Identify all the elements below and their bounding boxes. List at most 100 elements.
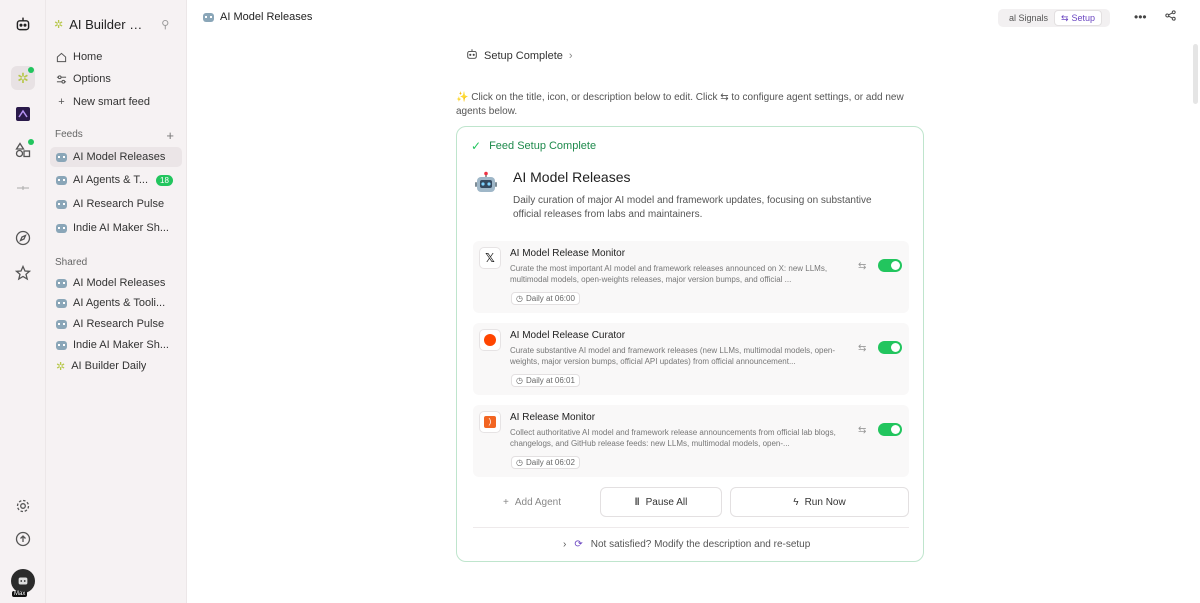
shared-feed-ai-agents[interactable]: AI Agents & Tooli... <box>50 293 182 313</box>
sidebar-item-label: AI Agents & T... <box>73 174 149 186</box>
agent-enabled-toggle[interactable] <box>878 341 902 354</box>
agent-schedule[interactable]: ◷ Daily at 06:01 <box>511 374 580 387</box>
setup-status: ✓ Feed Setup Complete <box>471 139 596 153</box>
sidebar-item-home[interactable]: Home <box>50 47 182 67</box>
refresh-icon: ⟳ <box>574 539 583 550</box>
agent-card[interactable]: 𝕏 AI Model Release Monitor Curate the mo… <box>473 241 909 313</box>
robot-icon <box>56 175 67 185</box>
divider <box>473 527 909 528</box>
pause-icon: ‖ <box>634 496 640 508</box>
home-icon <box>56 52 67 63</box>
sliders-icon: ⇆ <box>1061 12 1069 23</box>
agent-schedule[interactable]: ◷ Daily at 06:00 <box>511 292 580 305</box>
sidebar-feed-ai-agents[interactable]: AI Agents & T... 18 <box>50 170 182 190</box>
user-avatar[interactable]: Max <box>11 569 35 597</box>
segment-setup-label: Setup <box>1071 13 1096 23</box>
page-title: AI Model Releases <box>203 11 312 23</box>
robot-icon <box>203 12 214 22</box>
agent-description: Curate substantive AI model and framewor… <box>510 346 836 366</box>
share-icon[interactable] <box>1165 10 1176 24</box>
feed-title[interactable]: AI Model Releases <box>513 169 631 185</box>
sidebar-feed-ai-research-pulse[interactable]: AI Research Pulse <box>50 194 182 214</box>
clock-icon: ◷ <box>516 458 523 467</box>
robot-icon <box>56 278 67 288</box>
scrollbar[interactable] <box>1193 44 1198 104</box>
settings-gear-icon[interactable] <box>11 494 35 518</box>
feeds-section-header: Feeds <box>55 129 83 140</box>
agent-name[interactable]: AI Model Release Curator <box>510 330 625 341</box>
chevron-right-icon: › <box>563 539 567 550</box>
star-icon[interactable] <box>11 261 35 285</box>
workspace-ai-builder-icon[interactable]: ✲ <box>11 66 35 90</box>
agent-schedule[interactable]: ◷ Daily at 06:02 <box>511 456 580 469</box>
robot-icon <box>56 340 67 350</box>
sliders-icon <box>56 74 67 85</box>
pause-all-button[interactable]: ‖ Pause All <box>600 487 722 517</box>
compass-icon[interactable] <box>11 226 35 250</box>
workspace-name: AI Builder Da... <box>69 16 152 32</box>
robot-icon <box>56 319 67 329</box>
robot-icon <box>56 298 67 308</box>
feed-robot-emoji-icon[interactable] <box>473 171 499 197</box>
spark-icon: ✲ <box>56 360 66 373</box>
shapes-icon[interactable] <box>11 138 35 162</box>
chevron-right-icon: › <box>568 49 573 62</box>
agent-schedule-text: Daily at 06:01 <box>525 376 575 385</box>
rss-icon: ) <box>479 411 501 433</box>
sidebar-item-label: New smart feed <box>73 96 151 108</box>
agent-settings-sliders-icon[interactable]: ⇆ <box>858 425 866 436</box>
agent-name[interactable]: AI Release Monitor <box>510 412 595 423</box>
agent-description: Collect authoritative AI model and frame… <box>510 428 836 448</box>
setup-status-text: Feed Setup Complete <box>489 140 597 152</box>
reddit-logo-icon <box>479 329 501 351</box>
workspace-purple-icon[interactable] <box>11 102 35 126</box>
divider-line-icon <box>11 176 35 200</box>
icon-rail: ✲ Max <box>0 0 46 603</box>
agent-description: Curate the most important AI model and f… <box>510 264 828 284</box>
unread-count-badge: 18 <box>156 174 173 186</box>
agent-enabled-toggle[interactable] <box>878 259 902 272</box>
shared-feed-indie-ai-maker[interactable]: Indie AI Maker Sh... <box>50 335 182 355</box>
sidebar-item-label: AI Research Pulse <box>73 318 165 330</box>
sidebar-feed-indie-ai-maker[interactable]: Indie AI Maker Sh... <box>50 218 182 238</box>
sidebar: ✲ AI Builder Da... ⚲ Home Options + New … <box>46 0 187 603</box>
lightning-icon: ϟ <box>793 496 799 508</box>
agent-settings-sliders-icon[interactable]: ⇆ <box>858 261 866 272</box>
upload-circle-icon[interactable] <box>11 527 35 551</box>
feed-description[interactable]: Daily curation of major AI model and fra… <box>513 194 893 222</box>
agent-card[interactable]: ) AI Release Monitor Collect authoritati… <box>473 405 909 477</box>
robot-icon <box>56 199 67 209</box>
shared-feed-ai-builder-daily[interactable]: ✲ AI Builder Daily <box>50 356 182 376</box>
sidebar-item-label: AI Agents & Tooli... <box>73 297 166 309</box>
app-logo-robot-icon[interactable] <box>11 12 35 36</box>
sidebar-item-label: AI Model Releases <box>73 277 166 289</box>
more-horizontal-icon[interactable]: ••• <box>1134 10 1147 24</box>
add-agent-label: Add Agent <box>514 496 561 508</box>
shared-feed-ai-model-releases[interactable]: AI Model Releases <box>50 273 182 293</box>
agent-schedule-text: Daily at 06:02 <box>525 458 575 467</box>
page-title-text: AI Model Releases <box>220 11 313 23</box>
agent-settings-sliders-icon[interactable]: ⇆ <box>858 343 866 354</box>
add-agent-button[interactable]: + Add Agent <box>473 487 591 517</box>
robot-icon <box>56 223 67 233</box>
workspace-header[interactable]: ✲ AI Builder Da... ⚲ <box>54 14 182 34</box>
agent-schedule-text: Daily at 06:00 <box>525 294 575 303</box>
add-feed-plus-icon[interactable]: + <box>166 128 174 143</box>
agent-card[interactable]: AI Model Release Curator Curate substant… <box>473 323 909 395</box>
sidebar-item-options[interactable]: Options <box>50 69 182 89</box>
run-now-label: Run Now <box>804 496 846 508</box>
pin-icon[interactable]: ⚲ <box>161 18 169 31</box>
resetup-link[interactable]: › ⟳ Not satisfied? Modify the descriptio… <box>563 539 810 550</box>
shared-feed-ai-research-pulse[interactable]: AI Research Pulse <box>50 314 182 334</box>
segment-setup[interactable]: ⇆ Setup <box>1054 10 1103 26</box>
agent-name[interactable]: AI Model Release Monitor <box>510 248 625 259</box>
sidebar-feed-ai-model-releases[interactable]: AI Model Releases <box>50 147 182 167</box>
sidebar-item-label: AI Builder Daily <box>71 360 147 372</box>
sidebar-item-label: Options <box>73 73 111 85</box>
segment-signals[interactable]: al Signals <box>998 13 1054 23</box>
sidebar-item-label: Indie AI Maker Sh... <box>73 339 169 351</box>
agent-enabled-toggle[interactable] <box>878 423 902 436</box>
breadcrumb[interactable]: Setup Complete › <box>466 48 573 63</box>
run-now-button[interactable]: ϟ Run Now <box>730 487 909 517</box>
sidebar-item-new-smart-feed[interactable]: + New smart feed <box>50 92 182 112</box>
